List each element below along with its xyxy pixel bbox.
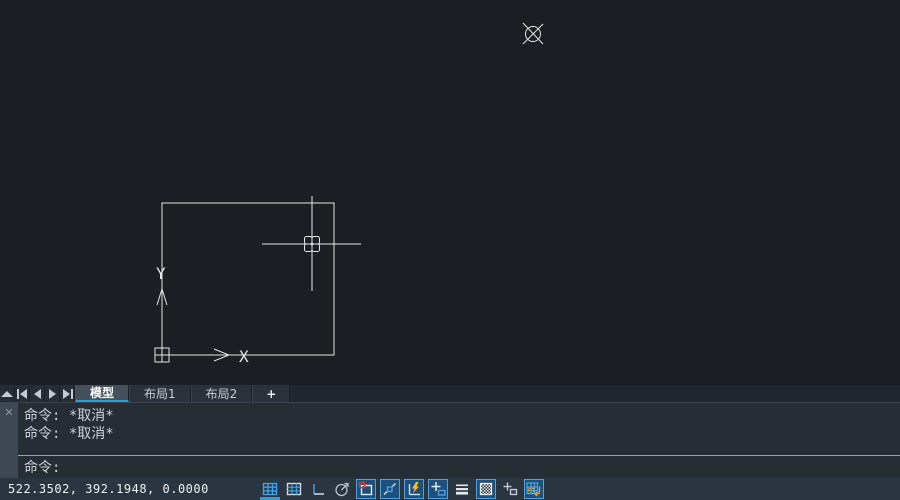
snap-toggle[interactable] — [284, 479, 304, 499]
layout-tabbar: 模型 布局1 布局2 + — [0, 385, 900, 402]
drafting-toggles — [260, 478, 544, 500]
lineweight-toggle[interactable] — [452, 479, 472, 499]
tab-add-layout[interactable]: + — [252, 385, 290, 402]
ortho-toggle[interactable] — [308, 479, 328, 499]
annotation-scale-toggle[interactable] — [524, 479, 544, 499]
object-snap-icon — [358, 481, 374, 497]
polar-icon — [334, 481, 350, 497]
tab-layout2[interactable]: 布局2 — [191, 385, 253, 402]
status-bar: 522.3502, 392.1948, 0.0000 — [0, 478, 900, 500]
ucs-icon: Y X — [155, 264, 249, 366]
transparency-icon — [478, 481, 494, 497]
object-snap-tracking-toggle[interactable] — [380, 479, 400, 499]
command-input[interactable]: 命令: — [18, 456, 900, 478]
drawing-canvas[interactable]: Y X — [0, 0, 900, 385]
drawing-layer: Y X — [0, 0, 900, 385]
command-history-line: 命令: *取消* — [24, 425, 894, 443]
grid-icon — [262, 481, 278, 497]
ucs-x-label: X — [239, 347, 249, 366]
tab-model[interactable]: 模型 — [75, 385, 129, 402]
prev-tab-button[interactable] — [30, 385, 45, 402]
orbit-symbol — [523, 23, 543, 44]
selection-cycling-icon — [502, 481, 518, 497]
command-panel-grip[interactable]: ✕ — [0, 403, 18, 478]
prev-icon — [30, 386, 44, 402]
last-icon — [60, 386, 74, 402]
first-tab-button[interactable] — [15, 385, 30, 402]
dynamic-ucs-toggle[interactable] — [404, 479, 424, 499]
snap-grid-icon — [286, 481, 302, 497]
rectangle-entity[interactable] — [162, 203, 334, 355]
expand-tabs-button[interactable] — [0, 385, 15, 402]
close-icon[interactable]: ✕ — [4, 407, 13, 418]
tab-layout1[interactable]: 布局1 — [129, 385, 191, 402]
command-panel: ✕ 命令: *取消* 命令: *取消* 命令: — [0, 402, 900, 478]
dynamic-input-toggle[interactable] — [428, 479, 448, 499]
next-icon — [45, 386, 59, 402]
lineweight-icon — [454, 481, 470, 497]
command-history-line: 命令: *取消* — [24, 407, 894, 425]
triangle-up-icon — [0, 387, 14, 401]
selection-cycling-toggle[interactable] — [500, 479, 520, 499]
next-tab-button[interactable] — [45, 385, 60, 402]
object-snap-toggle[interactable] — [356, 479, 376, 499]
command-history: 命令: *取消* 命令: *取消* — [18, 403, 900, 456]
snap-tracking-icon — [382, 481, 398, 497]
ucs-y-label: Y — [156, 264, 166, 283]
ortho-icon — [310, 481, 326, 497]
grid-toggle[interactable] — [260, 479, 280, 499]
dynamic-input-icon — [430, 481, 446, 497]
annotation-scale-icon — [525, 481, 543, 497]
command-main: 命令: *取消* 命令: *取消* 命令: — [18, 403, 900, 478]
polar-tracking-toggle[interactable] — [332, 479, 352, 499]
first-icon — [15, 386, 29, 402]
lightning-axes-icon — [406, 481, 422, 497]
crosshair-cursor — [262, 196, 361, 291]
last-tab-button[interactable] — [60, 385, 75, 402]
transparency-toggle[interactable] — [476, 479, 496, 499]
coordinates-readout: 522.3502, 392.1948, 0.0000 — [8, 482, 209, 496]
